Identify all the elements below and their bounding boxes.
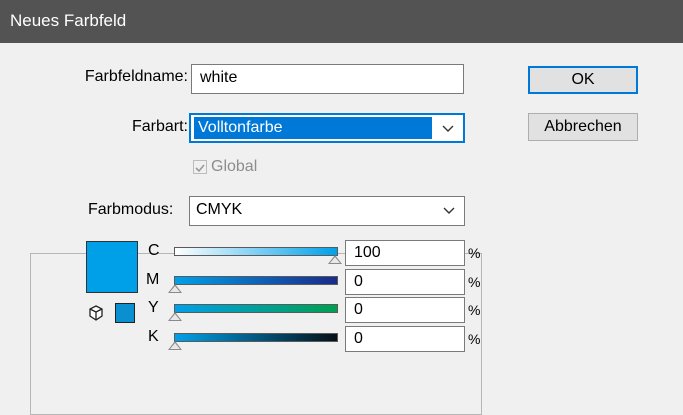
magenta-value-input[interactable]: 0	[345, 269, 465, 295]
channel-label-k: K	[148, 328, 159, 345]
yellow-unit: %	[468, 302, 481, 318]
magenta-unit: %	[468, 274, 481, 290]
yellow-slider-thumb[interactable]	[168, 312, 182, 321]
magenta-slider-thumb[interactable]	[168, 284, 182, 293]
yellow-slider-track[interactable]	[174, 304, 338, 313]
color-type-label: Farbart:	[131, 118, 188, 135]
black-slider-track[interactable]	[174, 333, 338, 342]
chevron-down-icon	[434, 197, 464, 225]
cube-icon	[88, 305, 104, 326]
swatch-name-label: Farbfeldname:	[84, 68, 188, 85]
global-checkbox[interactable]	[193, 160, 207, 174]
color-mode-label: Farbmodus:	[72, 201, 180, 219]
swatch-name-input[interactable]: white	[191, 64, 464, 94]
channel-label-y: Y	[148, 299, 159, 316]
color-type-value: Volltonfarbe	[194, 117, 432, 139]
black-value-input[interactable]: 0	[345, 326, 465, 352]
channel-label-c: C	[148, 242, 160, 259]
global-label: Global	[211, 158, 258, 175]
cyan-slider-thumb[interactable]	[328, 255, 342, 264]
black-slider-thumb[interactable]	[168, 341, 182, 350]
gamut-swatch[interactable]	[115, 303, 135, 323]
cyan-unit: %	[468, 245, 481, 261]
dialog-title: Neues Farbfeld	[10, 11, 127, 30]
cyan-slider-track[interactable]	[174, 247, 338, 256]
ok-button[interactable]: OK	[528, 66, 638, 94]
cyan-value-input[interactable]: 100	[345, 240, 465, 266]
chevron-down-icon	[433, 115, 463, 143]
dialog-body: Farbfeldname: white OK Abbrechen Farbart…	[0, 43, 683, 415]
color-type-select[interactable]: Volltonfarbe	[189, 113, 465, 143]
checkmark-icon	[195, 164, 205, 173]
channel-label-m: M	[146, 271, 160, 288]
yellow-value-input[interactable]: 0	[345, 297, 465, 323]
color-preview-swatch	[86, 241, 138, 293]
color-mode-value: CMYK	[196, 201, 243, 218]
title-bar: Neues Farbfeld	[0, 0, 683, 43]
color-mode-select[interactable]: CMYK	[189, 196, 465, 226]
magenta-slider-track[interactable]	[174, 276, 338, 285]
cancel-button[interactable]: Abbrechen	[528, 113, 638, 141]
black-unit: %	[468, 331, 481, 347]
swatch-name-value: white	[200, 69, 238, 86]
